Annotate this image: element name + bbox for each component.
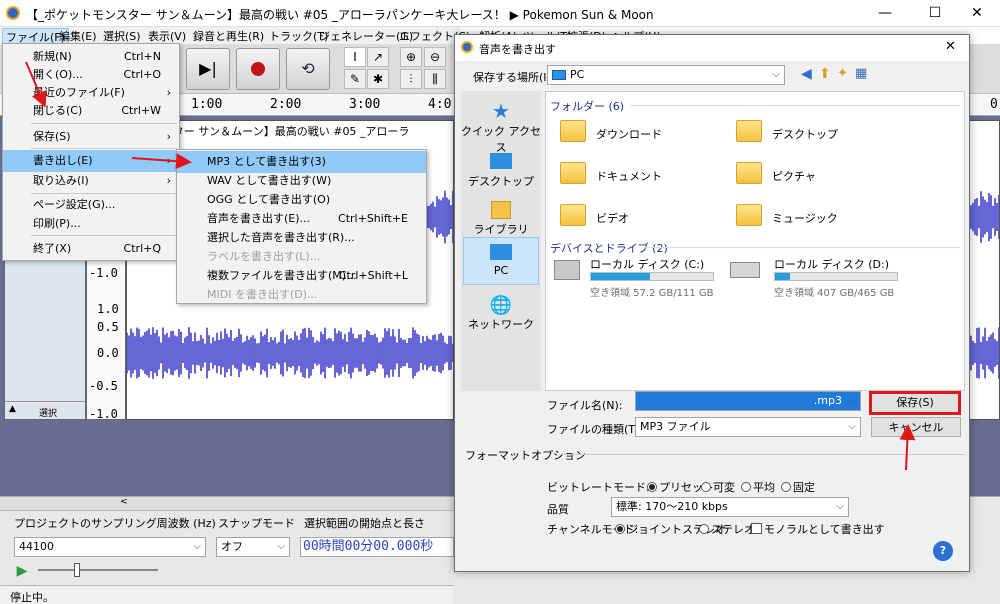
annotation-arrows	[25, 61, 916, 471]
arrow-to-close	[25, 61, 47, 108]
arrow-to-save	[899, 424, 916, 471]
arrow-to-mp3	[131, 153, 192, 170]
